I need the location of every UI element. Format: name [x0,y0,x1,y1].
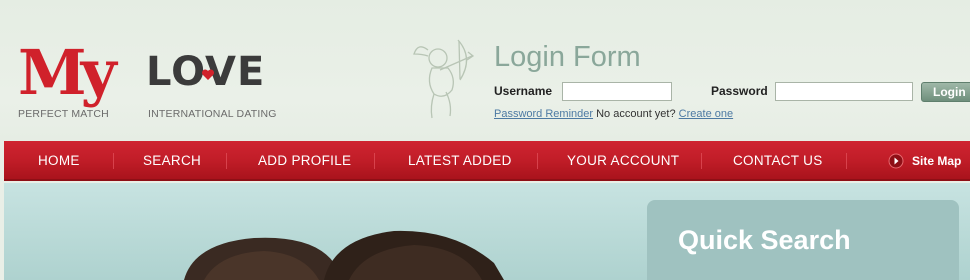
no-account-text: No account yet? [596,108,676,120]
logo-tagline-right: INTERNATIONAL DATING [148,108,277,120]
site-logo[interactable]: My LOVE PERFECT MATCH INTERNATIONAL DATI… [18,42,278,124]
nav-divider [537,153,538,169]
nav-home[interactable]: HOME [38,141,80,181]
nav-divider [701,153,702,169]
logo-tagline-left: PERFECT MATCH [18,108,109,120]
sitemap-link[interactable]: Site Map [912,141,961,181]
nav-divider [846,153,847,169]
logo-my-text: My [18,36,117,109]
heart-icon [201,69,215,80]
sitemap-arrow-icon[interactable] [888,153,904,169]
quick-search-title: Quick Search [678,225,851,255]
nav-divider [374,153,375,169]
nav-latest-added[interactable]: LATEST ADDED [408,141,512,181]
login-links: Password Reminder No account yet? Create… [494,108,733,120]
nav-divider [226,153,227,169]
main-nav: HOME SEARCH ADD PROFILE LATEST ADDED YOU… [4,141,970,181]
site-header: My LOVE PERFECT MATCH INTERNATIONAL DATI… [0,0,970,141]
login-form-title: Login Form [494,41,641,73]
nav-divider [113,153,114,169]
create-account-link[interactable]: Create one [679,108,733,120]
password-label: Password [711,84,768,98]
nav-your-account[interactable]: YOUR ACCOUNT [567,141,679,181]
nav-search[interactable]: SEARCH [143,141,201,181]
username-label: Username [494,84,553,98]
nav-add-profile[interactable]: ADD PROFILE [258,141,351,181]
login-button[interactable]: Login [921,82,970,102]
username-input[interactable] [562,82,672,101]
nav-contact-us[interactable]: CONTACT US [733,141,823,181]
password-input[interactable] [775,82,913,101]
password-reminder-link[interactable]: Password Reminder [494,108,593,120]
cupid-icon [413,39,475,119]
